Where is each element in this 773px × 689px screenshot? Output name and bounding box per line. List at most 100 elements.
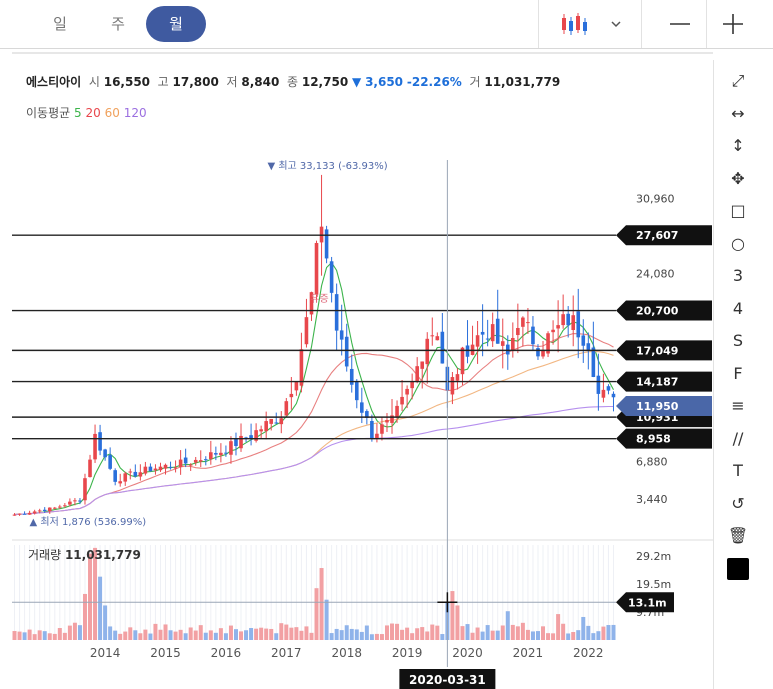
chart-type-selector[interactable]	[558, 8, 621, 40]
tab-day[interactable]: 일	[30, 6, 90, 42]
candle	[450, 371, 455, 405]
volume-bar	[445, 602, 450, 640]
candle-body	[103, 449, 107, 458]
circle-tool[interactable]: ○	[725, 231, 751, 257]
chevron-down-icon	[611, 21, 621, 28]
color-swatch-tool[interactable]	[725, 556, 751, 582]
candle-body	[73, 500, 77, 502]
candle	[269, 418, 274, 431]
candle	[274, 412, 279, 425]
fib-extension-tool[interactable]: 4	[725, 296, 751, 322]
candle-body	[324, 229, 329, 259]
candle	[480, 304, 485, 357]
candle-body	[375, 433, 379, 439]
candle	[586, 332, 591, 370]
expand-tool[interactable]: ⤢	[725, 68, 751, 94]
candle-body	[319, 226, 324, 243]
price-line-tag	[616, 428, 712, 449]
crosshair-date-tag	[399, 669, 496, 689]
candle	[410, 373, 414, 400]
fan-tool[interactable]: F	[725, 361, 751, 387]
candle-body	[531, 326, 535, 345]
volume-bar	[465, 624, 470, 640]
volume-bar	[264, 628, 269, 640]
candle-body	[601, 389, 606, 398]
move-tool[interactable]: ✥	[725, 166, 751, 192]
candle	[264, 411, 268, 440]
candle	[455, 368, 460, 390]
close-value: 12,750	[301, 75, 349, 89]
moving-average-legend[interactable]: 이동평균 5 20 60 120	[26, 104, 147, 121]
candle	[329, 256, 334, 303]
price-line-label: 17,049	[636, 344, 678, 357]
volume-bar	[500, 625, 505, 640]
candle-body	[455, 374, 460, 381]
candle	[113, 468, 117, 486]
candle-body	[440, 331, 445, 364]
candle-body	[400, 396, 404, 405]
drawing-toolbar: ⤢ ↔ ↕ ✥ □ ○ 3 4 S F ≡ // T ↺ 🗑	[713, 60, 773, 689]
volume-bar	[354, 629, 359, 640]
candle-body	[264, 421, 268, 432]
candle-body	[158, 466, 163, 471]
volume-bar	[606, 625, 611, 640]
candle	[234, 432, 238, 456]
candle	[158, 462, 163, 472]
candle-body	[480, 331, 485, 335]
fib-retracement-tool[interactable]: 3	[725, 263, 751, 289]
gann-tool[interactable]: ≡	[725, 393, 751, 419]
candle	[259, 425, 263, 438]
candle	[93, 424, 97, 463]
volume-bar	[223, 633, 228, 640]
candle-body	[511, 338, 515, 352]
text-tool[interactable]: T	[725, 458, 751, 484]
candle-body	[183, 457, 188, 464]
zoom-out-button[interactable]	[664, 8, 696, 40]
candle-body	[244, 437, 248, 439]
zoom-in-button[interactable]	[717, 8, 749, 40]
high-value: 17,800	[172, 75, 219, 89]
vertical-resize-tool[interactable]: ↕	[725, 133, 751, 159]
volume-bar	[148, 633, 153, 640]
candle-body	[611, 393, 616, 398]
circle-icon: ○	[731, 233, 745, 253]
candle	[52, 506, 57, 510]
volume-bar	[395, 623, 400, 640]
speed-resistance-tool[interactable]: S	[725, 328, 751, 354]
price-tick-label: 24,080	[636, 268, 675, 281]
candle-body	[58, 506, 62, 508]
candle	[495, 289, 500, 344]
volume-bar	[379, 634, 384, 640]
candle	[254, 423, 258, 443]
tab-month[interactable]: 월	[146, 6, 206, 42]
volume-bar	[405, 627, 410, 640]
volume-bar	[435, 625, 440, 640]
volume-bar	[143, 629, 148, 640]
rectangle-tool[interactable]: □	[725, 198, 751, 224]
volume-bar	[450, 591, 455, 640]
candle-body	[203, 459, 208, 461]
candle-body	[536, 348, 540, 357]
candle	[309, 291, 314, 321]
stock-info: 에스티아이 시 16,550 고 17,800 저 8,840 종 12,750…	[26, 73, 560, 90]
parallel-lines-tool[interactable]: //	[725, 426, 751, 452]
volume-bar	[561, 623, 566, 640]
price-line-tag	[616, 340, 712, 361]
tab-week[interactable]: 주	[88, 6, 148, 42]
x-tick-label: 2018	[331, 646, 362, 660]
candle	[143, 461, 148, 476]
horizontal-resize-tool[interactable]: ↔	[725, 101, 751, 127]
candle-body	[450, 377, 455, 395]
undo-tool[interactable]: ↺	[725, 491, 751, 517]
volume-value: 11,031,779	[484, 75, 561, 89]
candle-body	[214, 453, 218, 455]
volume-bar	[586, 625, 591, 640]
candle	[63, 503, 67, 508]
ma-20: 20	[85, 106, 101, 120]
candle-body	[344, 336, 349, 367]
crosshair-date-label: 2020-03-31	[409, 673, 486, 687]
volume-bar	[72, 622, 77, 640]
trash-tool[interactable]: 🗑	[725, 523, 751, 549]
candle-body	[219, 452, 223, 456]
candle-body	[425, 338, 430, 365]
